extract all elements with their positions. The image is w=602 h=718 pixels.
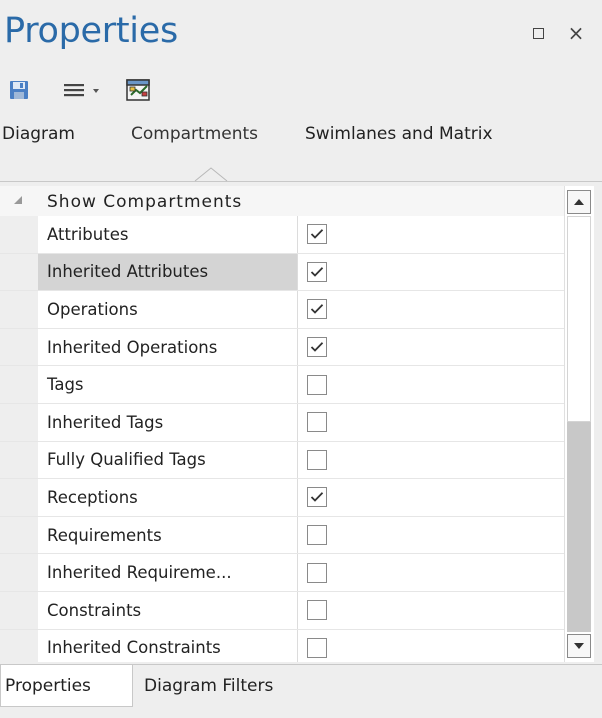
close-button[interactable]: × [565, 22, 587, 44]
property-grid: Show Compartments Attributes Inherited A… [0, 186, 564, 662]
tab-swimlanes-and-matrix[interactable]: Swimlanes and Matrix [305, 124, 493, 144]
checkmark-icon [310, 342, 324, 352]
property-row-attributes[interactable]: Attributes [0, 216, 564, 254]
property-row-inherited-requirements[interactable]: Inherited Requireme... [0, 554, 564, 592]
bottom-tab-diagram-filters[interactable]: Diagram Filters [138, 665, 279, 707]
checkbox-receptions[interactable] [307, 487, 327, 508]
property-name: Fully Qualified Tags [38, 441, 298, 479]
property-row-constraints[interactable]: Constraints [0, 591, 564, 630]
tab-compartments[interactable]: Compartments [131, 124, 258, 144]
checkmark-icon [310, 492, 324, 503]
maximize-icon [532, 27, 544, 39]
checkbox-inherited-tags[interactable] [307, 412, 327, 433]
property-name: Inherited Constraints [38, 629, 298, 662]
property-name: Inherited Requireme... [38, 554, 298, 591]
scroll-down-arrow-icon [574, 643, 584, 649]
checkbox-attributes[interactable] [307, 224, 327, 245]
property-name: Inherited Tags [38, 403, 298, 441]
checkmark-icon [310, 304, 324, 315]
property-row-fully-qualified-tags[interactable]: Fully Qualified Tags [0, 441, 564, 480]
vertical-scrollbar[interactable] [564, 186, 594, 662]
title-bar: Properties × [0, 0, 602, 62]
tab-divider [0, 181, 602, 182]
property-row-operations[interactable]: Operations [0, 291, 564, 329]
checkbox-operations[interactable] [307, 299, 327, 320]
diagram-properties-icon [126, 79, 150, 101]
tab-strip: Diagram Compartments Swimlanes and Matri… [0, 118, 602, 158]
property-row-inherited-constraints[interactable]: Inherited Constraints [0, 629, 564, 662]
diagram-properties-button[interactable] [124, 78, 154, 102]
scroll-thumb[interactable] [567, 216, 591, 422]
bottom-tab-properties[interactable]: Properties [0, 665, 133, 707]
scroll-down-button[interactable] [567, 634, 591, 658]
property-name: Operations [38, 291, 298, 328]
checkbox-fully-qualified-tags[interactable] [307, 449, 327, 470]
property-row-requirements[interactable]: Requirements [0, 516, 564, 555]
hamburger-menu-icon [64, 84, 99, 97]
property-row-inherited-tags[interactable]: Inherited Tags [0, 403, 564, 442]
property-name: Inherited Attributes [38, 253, 298, 291]
property-row-inherited-operations[interactable]: Inherited Operations [0, 328, 564, 367]
property-name: Requirements [38, 516, 298, 554]
checkbox-inherited-operations[interactable] [307, 337, 327, 358]
group-label: Show Compartments [47, 192, 243, 212]
property-name: Attributes [38, 216, 298, 253]
properties-panel: Properties × Diagram Compartments Swimla… [0, 0, 602, 718]
checkbox-inherited-requirements[interactable] [307, 562, 327, 583]
panel-title: Properties [4, 11, 178, 51]
property-row-inherited-attributes[interactable]: Inherited Attributes [0, 253, 564, 292]
close-icon: × [567, 21, 585, 45]
scroll-track[interactable] [567, 422, 591, 632]
checkmark-icon [310, 229, 324, 240]
scroll-up-button[interactable] [567, 190, 591, 214]
property-name: Receptions [38, 479, 298, 516]
scroll-up-arrow-icon [574, 199, 584, 205]
property-name: Constraints [38, 591, 298, 629]
tab-diagram[interactable]: Diagram [2, 124, 75, 144]
property-name: Inherited Operations [38, 328, 298, 366]
property-row-receptions[interactable]: Receptions [0, 479, 564, 517]
checkbox-tags[interactable] [307, 374, 327, 395]
toolbar [0, 75, 602, 105]
collapse-triangle-icon[interactable] [13, 195, 23, 205]
menu-dropdown-button[interactable] [60, 78, 106, 102]
property-row-tags[interactable]: Tags [0, 366, 564, 404]
save-icon [10, 81, 28, 99]
checkbox-inherited-constraints[interactable] [307, 637, 327, 658]
property-rows: Attributes Inherited Attributes Operatio… [0, 216, 564, 662]
checkbox-requirements[interactable] [307, 525, 327, 546]
group-header-show-compartments[interactable]: Show Compartments [0, 186, 564, 216]
checkmark-icon [310, 267, 324, 277]
save-button[interactable] [8, 78, 30, 102]
maximize-button[interactable] [527, 22, 549, 44]
checkbox-constraints[interactable] [307, 600, 327, 621]
property-name: Tags [38, 366, 298, 403]
checkbox-inherited-attributes[interactable] [307, 261, 327, 282]
bottom-tab-strip: Properties Diagram Filters [0, 664, 602, 718]
